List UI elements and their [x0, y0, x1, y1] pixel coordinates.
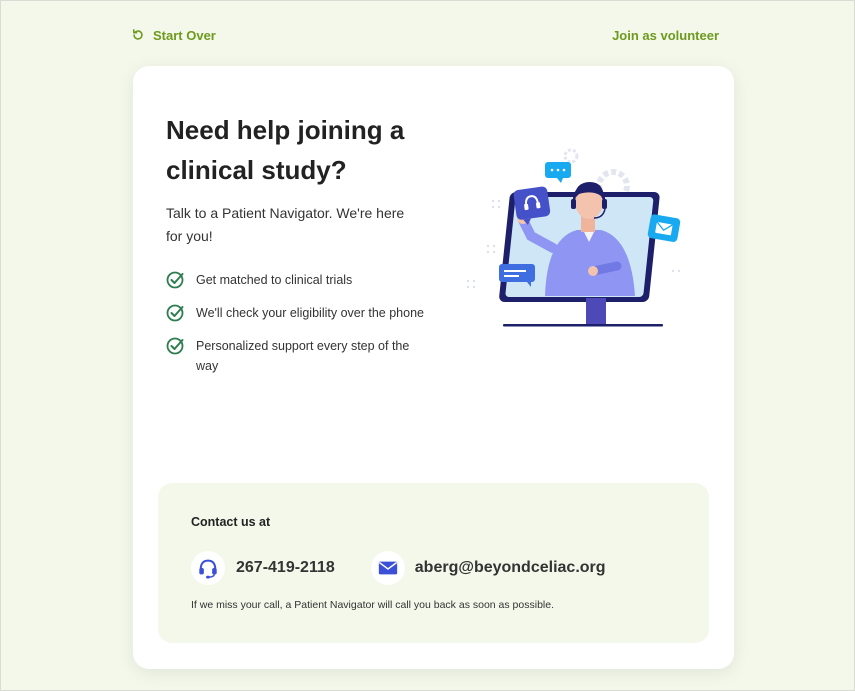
email-link[interactable]: aberg@beyondceliac.org: [415, 559, 606, 577]
page-title: Need help joining a clinical study?: [166, 115, 405, 185]
patient-navigator-illustration: [466, 148, 681, 327]
top-navigation: Start Over Join as volunteer: [131, 25, 719, 45]
benefit-item: We'll check your eligibility over the ph…: [166, 303, 426, 323]
join-as-volunteer-link[interactable]: Join as volunteer: [612, 28, 719, 43]
contact-methods: 267-419-2118 aberg@beyondceliac.org: [191, 551, 606, 585]
benefit-item: Get matched to clinical trials: [166, 270, 426, 290]
benefit-text: Get matched to clinical trials: [196, 273, 353, 287]
start-over-link[interactable]: Start Over: [131, 28, 216, 43]
benefits-list: Get matched to clinical trials We'll che…: [166, 270, 426, 389]
check-circle-icon: [166, 304, 184, 322]
refresh-icon: [133, 29, 143, 40]
contact-heading: Contact us at: [191, 515, 271, 529]
benefit-text: Personalized support every step of the w…: [196, 339, 410, 373]
benefit-item: Personalized support every step of the w…: [166, 336, 426, 376]
benefit-text: We'll check your eligibility over the ph…: [196, 306, 424, 320]
check-circle-icon: [166, 271, 184, 289]
contact-panel: Contact us at 267-419-2118 aberg@beyondc…: [158, 483, 709, 643]
mail-icon: [370, 551, 405, 585]
callback-note: If we miss your call, a Patient Navigato…: [191, 599, 554, 611]
help-card: Need help joining a clinical study? Talk…: [133, 66, 734, 669]
start-over-label: Start Over: [153, 27, 216, 43]
subtitle: Talk to a Patient Navigator. We're here …: [166, 205, 405, 244]
check-circle-icon: [166, 337, 184, 355]
headset-icon: [191, 551, 225, 585]
phone-link[interactable]: 267-419-2118: [236, 559, 335, 577]
